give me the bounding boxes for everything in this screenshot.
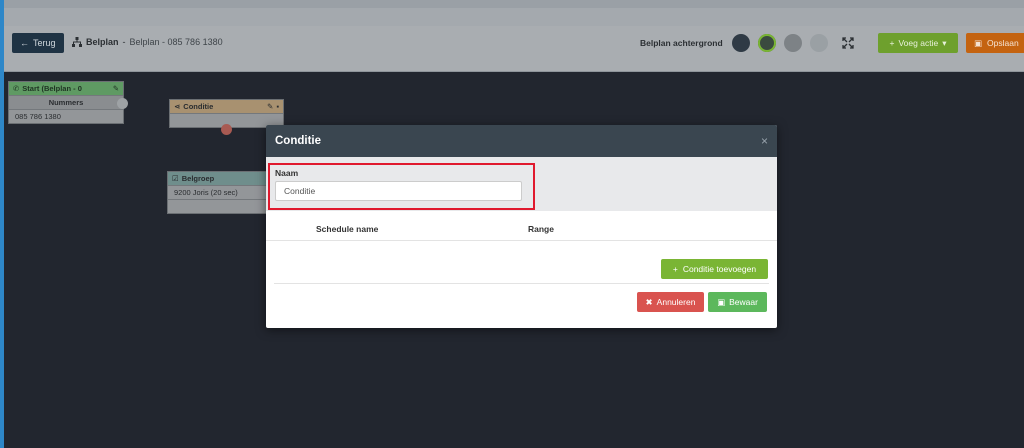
condition-node-title: Conditie <box>183 102 214 111</box>
close-icon: ✖ <box>645 296 653 307</box>
group-node-footer <box>168 199 270 213</box>
checkbox-icon: ☑ <box>172 174 179 183</box>
edit-icon[interactable]: ✎ <box>113 84 119 93</box>
background-label: Belplan achtergrond <box>640 38 723 48</box>
group-node[interactable]: ☑ Belgroep 9200 Joris (20 sec) <box>167 171 271 214</box>
close-icon[interactable]: × <box>761 134 768 148</box>
floppy-icon: ▣ <box>717 296 726 307</box>
trash-icon[interactable]: ▪ <box>276 102 279 111</box>
add-action-label: Voeg actie <box>898 38 939 48</box>
share-icon: ⋖ <box>174 102 181 111</box>
column-range: Range <box>528 224 554 234</box>
start-node-title: Start (Belplan - 0 <box>22 84 82 93</box>
plus-icon: + <box>672 264 678 274</box>
background-swatch-gray[interactable] <box>784 34 802 52</box>
save-button[interactable]: ▣ Opslaan <box>966 33 1024 53</box>
save-button-label: Opslaan <box>987 38 1019 48</box>
group-node-member: 9200 Joris (20 sec) <box>168 185 270 199</box>
start-node-section: Nummers <box>9 95 123 109</box>
arrow-left-icon: ← <box>20 38 29 48</box>
fullscreen-icon[interactable] <box>842 37 854 49</box>
group-node-title: Belgroep <box>181 174 215 183</box>
start-node-header: ✆ Start (Belplan - 0 ✎ <box>9 82 123 95</box>
schedule-table-header: Schedule name Range <box>266 211 777 241</box>
add-condition-button[interactable]: + Conditie toevoegen <box>661 259 768 279</box>
add-action-button[interactable]: + Voeg actie ▾ <box>878 33 958 53</box>
background-swatch-dark[interactable] <box>732 34 750 52</box>
modal-title: Conditie <box>275 135 321 147</box>
submit-button[interactable]: ▣ Bewaar <box>708 292 767 312</box>
start-node-connector[interactable] <box>117 98 128 109</box>
submit-button-label: Bewaar <box>729 297 758 307</box>
back-button[interactable]: ← Terug <box>12 33 64 53</box>
group-node-header: ☑ Belgroep <box>168 172 270 185</box>
caret-down-icon: ▾ <box>942 37 947 48</box>
sitemap-icon <box>72 37 82 47</box>
background-swatch-selected[interactable] <box>758 34 776 52</box>
top-bar-secondary <box>4 8 1024 26</box>
start-node[interactable]: ✆ Start (Belplan - 0 ✎ Nummers 085 786 1… <box>8 81 124 124</box>
name-input[interactable] <box>275 181 522 201</box>
cancel-button-label: Annuleren <box>656 297 696 307</box>
plan-label: Belplan <box>86 37 119 47</box>
condition-node-header: ⋖ Conditie ✎ ▪ <box>170 100 283 113</box>
plus-icon: + <box>889 38 895 48</box>
edit-icon[interactable]: ✎ <box>267 102 273 111</box>
plan-name: Belplan - 085 786 1380 <box>129 37 223 47</box>
floppy-icon: ▣ <box>974 37 983 48</box>
phone-icon: ✆ <box>13 84 20 93</box>
footer-divider <box>274 283 769 284</box>
back-button-label: Terug <box>33 38 56 48</box>
start-node-number: 085 786 1380 <box>9 109 123 123</box>
background-swatch-light[interactable] <box>810 34 828 52</box>
toolbar: ← Terug Belplan - Belplan - 085 786 1380… <box>4 26 1024 72</box>
name-section: Naam <box>266 157 777 211</box>
modal-header: Conditie × <box>266 125 777 157</box>
plan-title: Belplan - Belplan - 085 786 1380 <box>72 37 223 47</box>
condition-node-connector[interactable] <box>221 124 232 135</box>
name-label: Naam <box>275 168 299 178</box>
top-bar <box>4 0 1024 8</box>
plan-separator: - <box>122 37 126 47</box>
condition-modal: Conditie × Naam Schedule name Range + Co… <box>266 125 777 328</box>
column-schedule-name: Schedule name <box>316 224 379 234</box>
add-condition-label: Conditie toevoegen <box>682 264 757 274</box>
cancel-button[interactable]: ✖ Annuleren <box>637 292 704 312</box>
